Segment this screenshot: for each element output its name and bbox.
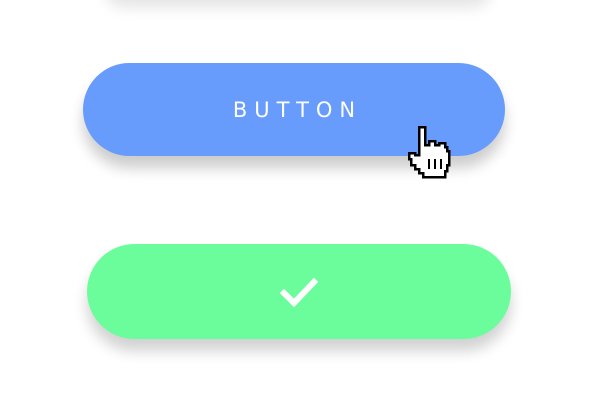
primary-button-label: BUTTON	[232, 97, 363, 122]
checkmark-icon	[279, 277, 319, 307]
hand-pointer-cursor-icon	[407, 125, 451, 179]
success-check-button[interactable]	[87, 244, 511, 339]
